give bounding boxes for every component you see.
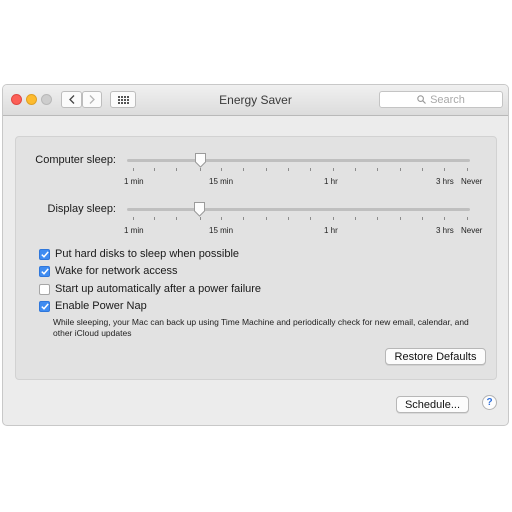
schedule-button[interactable]: Schedule... [396,396,469,413]
computer-sleep-slider-thumb[interactable] [194,153,207,168]
tick-label: 15 min [209,226,234,235]
tick-label: 3 hrs [436,226,454,235]
display-sleep-label: Display sleep: [47,203,116,215]
tick-label: 15 min [209,177,234,186]
computer-sleep-slider-track[interactable] [127,159,470,162]
checkmark-icon [40,302,49,310]
display-sleep-slider-track[interactable] [127,208,470,211]
tick-label: Never [461,226,483,235]
checkmark-icon [40,250,49,258]
checkbox-checked[interactable] [39,248,50,260]
energy-saver-window: Energy Saver Search Computer sleep: 1 mi… [2,84,509,426]
tick-label: 1 min [124,226,144,235]
search-placeholder: Search [430,93,465,106]
tick-label: 1 hr [324,177,338,186]
power-nap-description: While sleeping, your Mac can back up usi… [53,317,469,338]
checkmark-icon [40,267,49,275]
tick-label: Never [461,177,483,186]
settings-panel: Computer sleep: 1 min 15 min 1 hr 3 hrs [15,136,497,380]
checkbox-checked[interactable] [39,265,50,277]
tick-label: 1 hr [324,226,338,235]
search-icon [417,95,426,104]
computer-sleep-label: Computer sleep: [35,154,116,166]
checkbox-label: Start up automatically after a power fai… [55,283,262,295]
title-bar: Energy Saver Search [3,85,508,116]
checkbox-label: Wake for network access [55,265,178,277]
checkbox-power-nap[interactable]: Enable Power Nap [39,300,147,312]
checkbox-wake-network[interactable]: Wake for network access [39,265,177,277]
search-field[interactable]: Search [379,91,503,108]
checkbox-auto-start[interactable]: Start up automatically after a power fai… [39,283,261,295]
tick-label: 3 hrs [436,177,454,186]
checkbox-unchecked[interactable] [39,283,50,295]
checkbox-label: Put hard disks to sleep when possible [55,248,240,260]
restore-defaults-button[interactable]: Restore Defaults [385,348,486,365]
display-sleep-slider-thumb[interactable] [193,202,206,217]
tick-label: 1 min [124,177,144,186]
checkbox-label: Enable Power Nap [55,300,147,312]
checkbox-disk-sleep[interactable]: Put hard disks to sleep when possible [39,248,239,260]
help-button[interactable]: ? [482,395,497,410]
checkbox-checked[interactable] [39,300,50,312]
